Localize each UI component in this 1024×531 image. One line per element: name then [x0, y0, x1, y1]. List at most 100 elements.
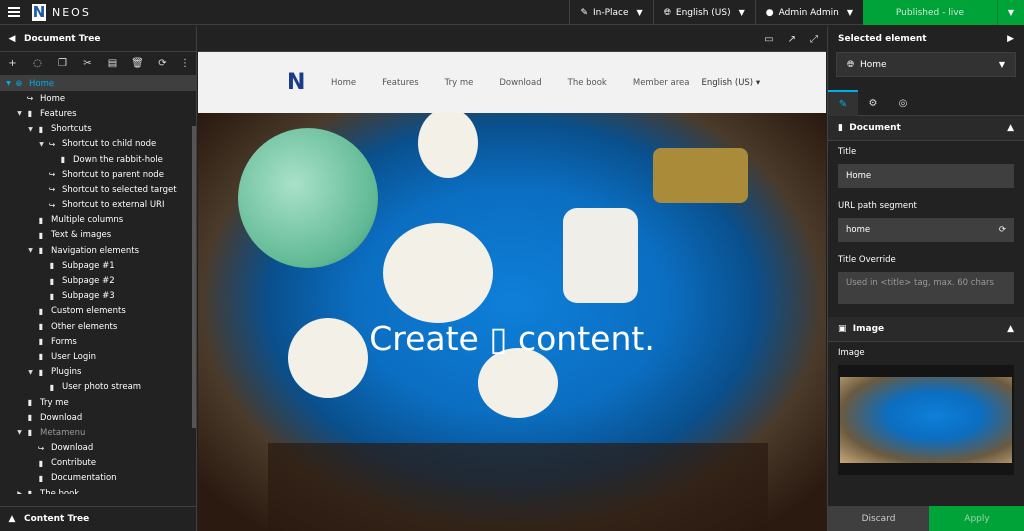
content-canvas[interactable]: N Home Features Try me Download The book…	[198, 52, 826, 531]
chevron-up-icon: ▲	[1007, 123, 1014, 133]
publish-dropdown-button[interactable]: ▼	[997, 0, 1024, 25]
toggle-icon[interactable]: ▼	[15, 429, 24, 436]
toggle-icon[interactable]: ▼	[26, 247, 35, 254]
add-icon[interactable]: +	[0, 58, 25, 69]
toggle-icon[interactable]: ▼	[15, 110, 24, 117]
site-nav-member-area[interactable]: Member area	[633, 78, 690, 88]
menu-toggle-button[interactable]	[0, 0, 28, 25]
url-path-input[interactable]: home ⟳	[838, 218, 1014, 242]
expand-icon[interactable]: ▲	[0, 514, 24, 524]
title-input[interactable]: Home	[838, 164, 1014, 188]
toggle-icon[interactable]: ▼	[4, 80, 13, 87]
tree-node[interactable]: ▮ Documentation	[0, 471, 196, 486]
fullscreen-icon[interactable]: ⤢	[810, 34, 818, 45]
tree-node[interactable]: ↪ Home	[0, 91, 196, 106]
tree-node[interactable]: ↪ Shortcut to external URI	[0, 198, 196, 213]
image-section-header[interactable]: ▣ Image ▲	[828, 317, 1024, 342]
tree-node[interactable]: ▮ Forms	[0, 334, 196, 349]
document-section-body: Title Home URL path segment home ⟳ Title…	[828, 141, 1024, 304]
tree-node[interactable]: ▼ ▮ Shortcuts	[0, 122, 196, 137]
tab-seo[interactable]: ◎	[888, 90, 918, 116]
image-icon: ▣	[838, 324, 847, 334]
site-nav-download[interactable]: Download	[499, 78, 541, 88]
image-section-body: Image	[828, 342, 1024, 475]
tree-node-label: Try me	[40, 397, 69, 408]
tree-node[interactable]: ▼ ▮ Metamenu	[0, 425, 196, 440]
language-selector[interactable]: 🌐︎ English (US) ▼	[652, 0, 755, 25]
document-section-header[interactable]: ▮ Document ▲	[828, 116, 1024, 141]
tree-node[interactable]: ▮ Text & images	[0, 228, 196, 243]
collapse-icon[interactable]: ◀	[0, 34, 24, 44]
toggle-icon[interactable]: ▼	[37, 141, 46, 148]
shortcut-icon: ↪	[48, 139, 56, 149]
chevron-down-icon: ▼	[738, 8, 745, 17]
discard-button[interactable]: Discard	[828, 506, 929, 531]
tree-scrollbar[interactable]	[192, 126, 196, 428]
sync-icon[interactable]: ⟳	[999, 225, 1006, 235]
user-menu[interactable]: ● Admin Admin ▼	[754, 0, 863, 25]
selected-element-select[interactable]: 🌐︎ Home ▼	[836, 52, 1016, 77]
tree-node[interactable]: ↪ Shortcut to parent node	[0, 167, 196, 182]
preview-mode-icon[interactable]: ▭	[764, 34, 773, 45]
content-tree-header[interactable]: ▲ Content Tree	[0, 506, 197, 531]
tree-node[interactable]: ↪ Shortcut to selected target	[0, 182, 196, 197]
tree-node[interactable]: ▮ Subpage #3	[0, 289, 196, 304]
site-language-switch[interactable]: English (US) ▾	[701, 78, 760, 88]
more-icon[interactable]: ⋮	[175, 58, 195, 69]
tree-node[interactable]: ▼ ▮ Features	[0, 106, 196, 121]
hide-icon[interactable]: ◌	[25, 58, 50, 69]
title-value: Home	[846, 171, 872, 181]
tree-node[interactable]: ▮ Download	[0, 410, 196, 425]
decor-crown	[653, 148, 748, 203]
tree-node-label: Contribute	[51, 458, 97, 469]
document-icon: ▮	[38, 215, 44, 225]
paste-icon[interactable]: ▤	[100, 58, 125, 69]
refresh-icon[interactable]: ⟳	[150, 58, 175, 69]
title-override-input[interactable]: Used in <title> tag, max. 60 chars	[838, 272, 1014, 304]
tab-settings[interactable]: ⚙	[858, 90, 888, 116]
cut-icon[interactable]: ✂	[75, 58, 100, 69]
tree-node[interactable]: ▮ Try me	[0, 395, 196, 410]
tree-node[interactable]: ▼ ▮ Plugins	[0, 365, 196, 380]
toggle-icon[interactable]: ▶	[15, 490, 24, 494]
tree-node[interactable]: ▶ ▮ The book	[0, 486, 196, 494]
document-tree-header[interactable]: ◀ Document Tree	[0, 26, 196, 52]
user-icon: ●	[765, 7, 774, 18]
tree-node-label: Custom elements	[51, 306, 126, 317]
tree-node[interactable]: ▮ Contribute	[0, 456, 196, 471]
site-logo[interactable]: N	[287, 71, 305, 94]
tree-node[interactable]: ▮ Subpage #2	[0, 273, 196, 288]
site-nav-home[interactable]: Home	[331, 78, 356, 88]
tree-node-label: Forms	[51, 336, 77, 347]
copy-icon[interactable]: ❐	[50, 58, 75, 69]
delete-icon[interactable]: 🗑︎	[125, 58, 150, 69]
tree-node[interactable]: ▼ ▮ Navigation elements	[0, 243, 196, 258]
tree-node[interactable]: ▮ User Login	[0, 349, 196, 364]
tree-node[interactable]: ▮ Down the rabbit-hole	[0, 152, 196, 167]
external-link-icon[interactable]: ↗	[788, 34, 796, 45]
document-section-title: Document	[849, 123, 901, 133]
hero-image[interactable]: Create ▯ content.	[198, 113, 826, 531]
toggle-icon[interactable]: ▼	[26, 369, 35, 376]
tree-node[interactable]: ▮ Custom elements	[0, 304, 196, 319]
tree-node[interactable]: ▼ 🌐︎ Home	[0, 76, 196, 92]
shortcut-icon: ↪	[48, 185, 56, 195]
tree-node[interactable]: ↪ Download	[0, 441, 196, 456]
site-nav-the-book[interactable]: The book	[568, 78, 607, 88]
toggle-icon[interactable]: ▼	[26, 126, 35, 133]
collapse-right-icon[interactable]: ▶	[1007, 34, 1014, 44]
site-nav-features[interactable]: Features	[382, 78, 419, 88]
publish-button[interactable]: Published - live	[863, 0, 997, 25]
edit-mode-selector[interactable]: ✎ In-Place ▼	[569, 0, 652, 25]
hero-title[interactable]: Create ▯ content.	[198, 319, 826, 358]
tree-node[interactable]: ▮ User photo stream	[0, 380, 196, 395]
tab-content[interactable]: ✎	[828, 90, 858, 116]
tree-node[interactable]: ▮ Multiple columns	[0, 213, 196, 228]
tree-node[interactable]: ▮ Subpage #1	[0, 258, 196, 273]
image-preview[interactable]	[838, 365, 1014, 475]
content-tree-title: Content Tree	[24, 514, 90, 524]
tree-node[interactable]: ▼ ↪ Shortcut to child node	[0, 137, 196, 152]
tree-node[interactable]: ▮ Other elements	[0, 319, 196, 334]
site-nav-try-me[interactable]: Try me	[445, 78, 474, 88]
apply-button[interactable]: Apply	[929, 506, 1024, 531]
